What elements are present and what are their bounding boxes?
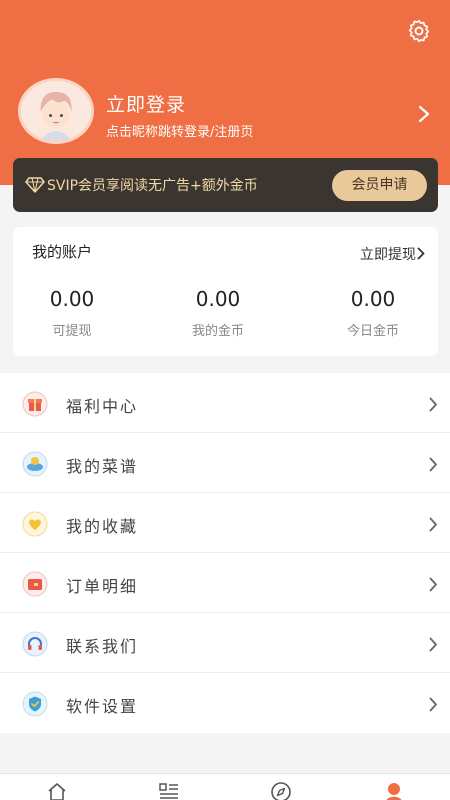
menu-item-label: 联系我们 [66, 637, 139, 656]
stat-label: 今日金币 [346, 324, 399, 339]
headset-icon [22, 631, 48, 657]
shield-icon [22, 691, 48, 717]
chevron-right-icon [429, 457, 437, 472]
chevron-right-icon [429, 637, 437, 652]
menu-item-label: 我的菜谱 [66, 457, 139, 476]
compass-icon[interactable] [270, 780, 292, 800]
stat-value: 0.00 [350, 287, 396, 311]
chevron-right-icon [429, 697, 437, 712]
vip-banner[interactable]: SVIP会员享阅读无广告+额外金币 会员申请 [13, 158, 438, 212]
account-card: 我的账户 立即提现 0.00 可提现 0.00 我的金币 0.00 今日金币 [13, 227, 438, 356]
stat-value: 0.00 [195, 287, 241, 311]
stat-label: 可提现 [52, 324, 92, 339]
wallet-icon [22, 571, 48, 597]
chevron-right-icon [429, 577, 437, 592]
chevron-right-icon[interactable] [417, 247, 425, 260]
stat-label: 我的金币 [191, 324, 244, 339]
diamond-icon [25, 177, 45, 193]
user-icon[interactable] [383, 780, 405, 800]
chevron-right-icon[interactable] [418, 105, 430, 123]
withdraw-link[interactable]: 立即提现 [360, 244, 416, 264]
menu-item-welfare[interactable]: 福利中心 [0, 373, 450, 433]
menu-item-recipes[interactable]: 我的菜谱 [0, 433, 450, 493]
chevron-right-icon [429, 397, 437, 412]
menu-item-orders[interactable]: 订单明细 [0, 553, 450, 613]
account-title: 我的账户 [32, 243, 93, 261]
vip-text: SVIP会员享阅读无广告+额外金币 [47, 178, 258, 194]
menu-item-settings[interactable]: 软件设置 [0, 673, 450, 733]
heart-icon [22, 511, 48, 537]
list-icon[interactable] [158, 780, 180, 800]
menu-item-label: 订单明细 [66, 577, 139, 596]
avatar[interactable] [18, 78, 94, 144]
recipe-icon [22, 451, 48, 477]
login-title[interactable]: 立即登录 [106, 90, 186, 117]
bottom-tab-bar [0, 773, 450, 800]
stat-value: 0.00 [49, 287, 95, 311]
gift-icon [22, 391, 48, 417]
home-icon[interactable] [46, 780, 68, 800]
stat-today-coins[interactable]: 0.00 今日金币 [313, 287, 433, 339]
menu-item-contact[interactable]: 联系我们 [0, 613, 450, 673]
menu-item-label: 软件设置 [66, 697, 139, 716]
vip-apply-button[interactable]: 会员申请 [332, 170, 427, 201]
menu-list: 福利中心 我的菜谱 我的收藏 订单明细 联系我们 软件设置 [0, 373, 450, 733]
menu-item-label: 福利中心 [66, 397, 139, 416]
stat-withdrawable[interactable]: 0.00 可提现 [12, 287, 132, 339]
stat-my-coins[interactable]: 0.00 我的金币 [158, 287, 278, 339]
menu-item-label: 我的收藏 [66, 517, 139, 536]
login-subtitle[interactable]: 点击昵称跳转登录/注册页 [106, 121, 253, 140]
menu-item-favorites[interactable]: 我的收藏 [0, 493, 450, 553]
chevron-right-icon [429, 517, 437, 532]
gear-icon[interactable] [406, 18, 432, 44]
